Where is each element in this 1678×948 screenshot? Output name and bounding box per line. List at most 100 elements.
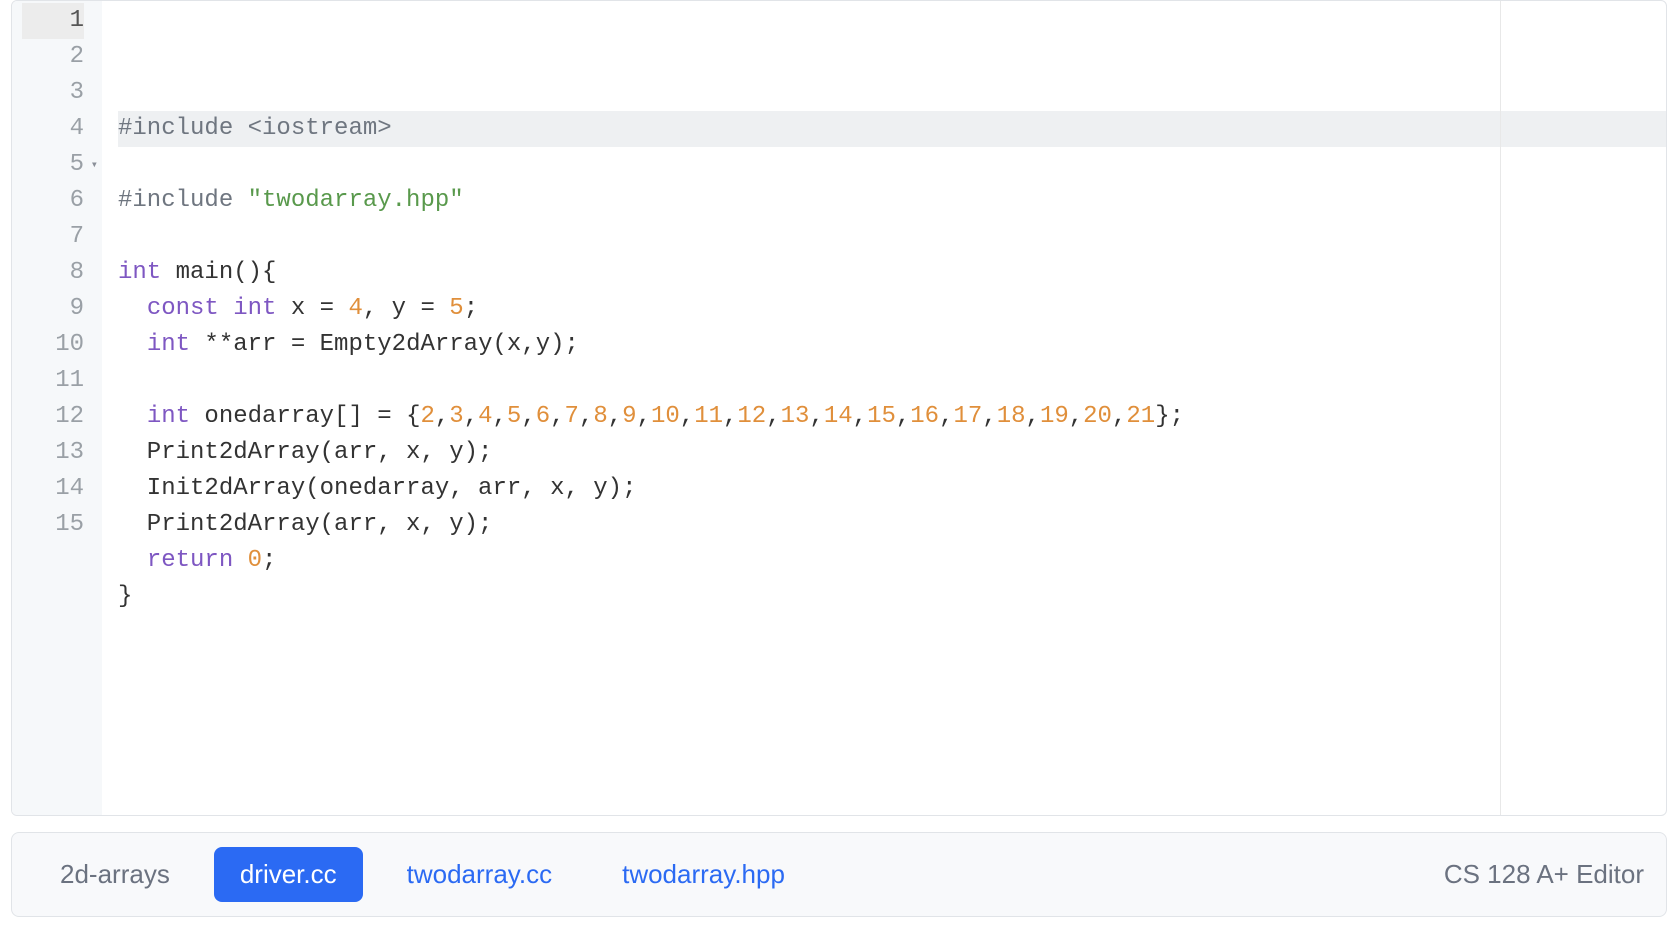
code-token: ,: [464, 403, 478, 430]
code-token: };: [1155, 403, 1184, 430]
code-token: int: [118, 259, 161, 286]
code-area[interactable]: 12345▾6789101112131415 #include <iostrea…: [12, 1, 1666, 815]
line-number[interactable]: 14: [22, 471, 84, 507]
line-number[interactable]: 2: [22, 39, 84, 75]
code-token: int: [147, 331, 190, 358]
code-line[interactable]: Print2dArray(arr, x, y);: [118, 507, 1666, 543]
print-margin: [1500, 1, 1501, 815]
code-token: [219, 295, 233, 322]
code-line[interactable]: [118, 147, 1666, 183]
code-line[interactable]: return 0;: [118, 543, 1666, 579]
code-token: ,: [608, 403, 622, 430]
line-number[interactable]: 8: [22, 255, 84, 291]
code-line[interactable]: Print2dArray(arr, x, y);: [118, 435, 1666, 471]
code-token: const: [147, 295, 219, 322]
code-token: ,: [1069, 403, 1083, 430]
code-line[interactable]: int onedarray[] = {2,3,4,5,6,7,8,9,10,11…: [118, 399, 1666, 435]
project-label: 2d-arrays: [34, 847, 196, 902]
fold-toggle-icon[interactable]: ▾: [91, 147, 98, 183]
code-token: ,: [579, 403, 593, 430]
code-token: ,: [939, 403, 953, 430]
code-token: 5: [507, 403, 521, 430]
code-token: 4: [348, 295, 362, 322]
line-number-gutter[interactable]: 12345▾6789101112131415: [12, 1, 102, 815]
tab-twodarray-cc[interactable]: twodarray.cc: [381, 847, 578, 902]
file-tabs: driver.cc twodarray.cc twodarray.hpp: [214, 847, 829, 902]
tab-driver-cc[interactable]: driver.cc: [214, 847, 363, 902]
code-token: 4: [478, 403, 492, 430]
code-token: 20: [1083, 403, 1112, 430]
code-line[interactable]: #include "twodarray.hpp": [118, 183, 1666, 219]
code-token: 7: [565, 403, 579, 430]
code-token: ,: [680, 403, 694, 430]
code-token: 0: [248, 547, 262, 574]
line-number[interactable]: 15: [22, 507, 84, 543]
code-token: 17: [954, 403, 983, 430]
line-number[interactable]: 10: [22, 327, 84, 363]
code-token: **arr = Empty2dArray(x,y);: [190, 331, 579, 358]
code-line[interactable]: const int x = 4, y = 5;: [118, 291, 1666, 327]
line-number[interactable]: 1: [22, 3, 84, 39]
line-number[interactable]: 12: [22, 399, 84, 435]
code-content[interactable]: #include <iostream>#include "twodarray.h…: [102, 1, 1666, 815]
code-line[interactable]: }: [118, 579, 1666, 615]
code-token: 14: [824, 403, 853, 430]
code-token: 12: [737, 403, 766, 430]
code-token: ,: [982, 403, 996, 430]
code-token: 18: [997, 403, 1026, 430]
code-token: 6: [536, 403, 550, 430]
code-line[interactable]: int main(){: [118, 255, 1666, 291]
code-line[interactable]: [118, 615, 1666, 651]
line-number[interactable]: 4: [22, 111, 84, 147]
tab-twodarray-hpp[interactable]: twodarray.hpp: [596, 847, 811, 902]
code-token: ,: [1112, 403, 1126, 430]
code-token: 5: [449, 295, 463, 322]
code-line[interactable]: Init2dArray(onedarray, arr, x, y);: [118, 471, 1666, 507]
code-token: 10: [651, 403, 680, 430]
code-token: ,: [1026, 403, 1040, 430]
code-line[interactable]: int **arr = Empty2dArray(x,y);: [118, 327, 1666, 363]
line-number[interactable]: 13: [22, 435, 84, 471]
code-token: [118, 331, 147, 358]
code-token: ,: [853, 403, 867, 430]
code-token: main(){: [161, 259, 276, 286]
line-number[interactable]: 7: [22, 219, 84, 255]
code-token: "twodarray.hpp": [248, 187, 464, 214]
code-token: 9: [622, 403, 636, 430]
code-token: 3: [449, 403, 463, 430]
line-number[interactable]: 6: [22, 183, 84, 219]
code-editor: 12345▾6789101112131415 #include <iostrea…: [11, 0, 1667, 816]
code-token: <iostream>: [248, 115, 392, 142]
code-token: onedarray[] = {: [190, 403, 420, 430]
code-token: 15: [867, 403, 896, 430]
line-number[interactable]: 5▾: [22, 147, 84, 183]
editor-brand: CS 128 A+ Editor: [1444, 859, 1644, 890]
code-token: ,: [637, 403, 651, 430]
code-token: 11: [694, 403, 723, 430]
code-token: [118, 403, 147, 430]
code-token: #include: [118, 115, 248, 142]
code-token: #include: [118, 187, 248, 214]
code-line[interactable]: [118, 363, 1666, 399]
code-token: Print2dArray(arr, x, y);: [118, 439, 492, 466]
code-token: [118, 547, 147, 574]
line-number[interactable]: 9: [22, 291, 84, 327]
code-token: ,: [550, 403, 564, 430]
code-token: return: [147, 547, 233, 574]
code-token: ,: [766, 403, 780, 430]
code-token: ,: [521, 403, 535, 430]
code-token: [233, 547, 247, 574]
code-token: ,: [896, 403, 910, 430]
code-token: ;: [464, 295, 478, 322]
code-token: 19: [1040, 403, 1069, 430]
code-token: int: [233, 295, 276, 322]
code-line[interactable]: [118, 219, 1666, 255]
code-token: ,: [723, 403, 737, 430]
line-number[interactable]: 11: [22, 363, 84, 399]
code-token: Init2dArray(onedarray, arr, x, y);: [118, 475, 636, 502]
code-token: 13: [781, 403, 810, 430]
line-number[interactable]: 3: [22, 75, 84, 111]
code-line[interactable]: #include <iostream>: [118, 111, 1666, 147]
code-token: 21: [1126, 403, 1155, 430]
code-token: 8: [593, 403, 607, 430]
